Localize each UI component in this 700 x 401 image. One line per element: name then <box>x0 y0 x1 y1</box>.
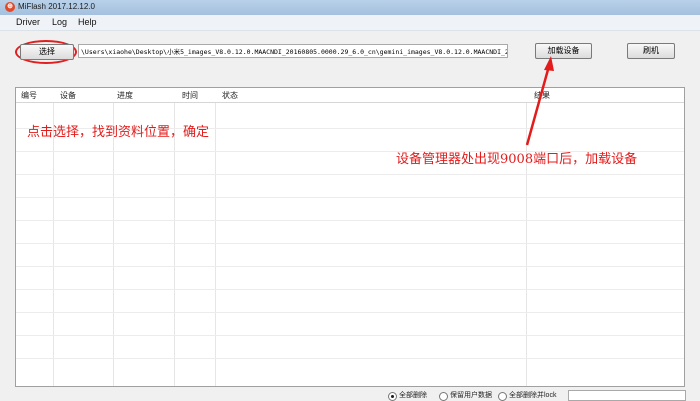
radio-keep-user-data-label: 保留用户数据 <box>450 392 492 399</box>
radio-delete-all-label: 全部删除 <box>399 392 427 399</box>
radio-keep-user-data[interactable] <box>439 392 448 401</box>
annotation-arrow-layer <box>525 56 554 146</box>
radio-delete-all-lock[interactable] <box>498 392 507 401</box>
radio-delete-all[interactable] <box>388 392 397 401</box>
bottom-input-field[interactable] <box>568 390 686 401</box>
select-hint-annotation: 点击选择，找到资料位置，确定 <box>27 125 210 140</box>
arrow-head-icon <box>544 56 554 71</box>
device-hint-annotation: 设备管理器处出现9008端口后，加载设备 <box>396 152 638 167</box>
radio-delete-all-lock-label: 全部删除并lock <box>509 392 557 399</box>
annotation-arrow-shaft <box>525 65 551 146</box>
